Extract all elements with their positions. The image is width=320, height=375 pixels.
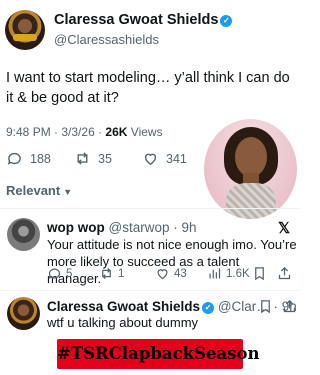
- sort-label: Relevant: [6, 183, 61, 198]
- reply-actions: 5 1 43 1.6K: [47, 266, 297, 284]
- author-avatar[interactable]: [5, 10, 45, 50]
- author-handle[interactable]: @Claressashields: [54, 32, 159, 47]
- author-name[interactable]: Claressa Gwoat Shields ✓: [54, 12, 233, 28]
- reply-icon: [7, 152, 21, 165]
- repost-icon: [102, 268, 111, 279]
- reply-repost-count: 1: [118, 267, 125, 280]
- reply-reply-count: 5: [66, 267, 73, 280]
- chevron-down-icon: ▼: [63, 187, 73, 197]
- inset-photo: [204, 119, 297, 219]
- hashtag-banner: #TSRClapbackSeason: [57, 339, 259, 369]
- reply-count: 188: [30, 151, 51, 166]
- reply-reply-button[interactable]: 5: [47, 266, 72, 281]
- tweet-stats: 188 35 341: [6, 150, 206, 170]
- photo-face: [235, 137, 267, 177]
- reply-handle-text[interactable]: @starwop: [109, 220, 170, 235]
- like-count: 341: [166, 151, 187, 166]
- divider: [0, 208, 300, 209]
- views-count: 26K: [105, 125, 128, 139]
- author-name-text[interactable]: Claressa Gwoat Shields: [54, 12, 218, 28]
- sort-dropdown[interactable]: Relevant ▼: [6, 183, 72, 198]
- reply-share-button[interactable]: [277, 266, 292, 281]
- like-button[interactable]: 341: [142, 150, 187, 167]
- reply-bookmark-button[interactable]: [252, 266, 267, 281]
- like-icon: [157, 269, 168, 280]
- repost-count: 35: [98, 151, 112, 166]
- tweet-header: Claressa Gwoat Shields ✓ @Claressashields: [0, 0, 300, 60]
- tweet-time[interactable]: 9:48 PM: [6, 125, 51, 139]
- verified-badge-icon: ✓: [220, 15, 233, 27]
- repost-button[interactable]: 35: [74, 150, 112, 167]
- like-icon: [144, 153, 157, 166]
- photo-dress: [226, 183, 276, 219]
- divider: [0, 290, 300, 291]
- bookmark-icon[interactable]: [258, 299, 273, 314]
- reply-views-button[interactable]: 1.6K: [207, 266, 250, 281]
- views-label: Views: [130, 125, 163, 139]
- reply-icon: [48, 268, 61, 280]
- reply-views-count: 1.6K: [226, 267, 250, 280]
- reply-avatar[interactable]: [7, 297, 40, 330]
- reply-header-actions: [258, 299, 298, 315]
- reply-button[interactable]: 188: [6, 150, 51, 167]
- reply-author[interactable]: wop wop @starwop · 9h: [47, 220, 197, 235]
- verified-badge-icon: ✓: [202, 302, 215, 314]
- reply-text: wtf u talking about dummy: [47, 315, 199, 330]
- tweet-text: I want to start modeling… y’all think I …: [6, 70, 290, 106]
- tweet-meta: 9:48 PM · 3/3/26 · 26K Views: [6, 125, 163, 139]
- reply-like-button[interactable]: 43: [155, 266, 187, 281]
- reply-author-handle[interactable]: @starwop · 9h: [109, 220, 197, 235]
- avatar-belt: [13, 34, 37, 41]
- share-icon: [278, 266, 291, 280]
- reply-time[interactable]: 9h: [182, 220, 197, 235]
- bookmark-icon: [255, 267, 264, 281]
- tweet-date[interactable]: 3/3/26: [61, 125, 94, 139]
- x-logo-icon: 𝕏: [278, 220, 291, 237]
- reply-author-name[interactable]: wop wop: [47, 220, 105, 235]
- reply-repost-button[interactable]: 1: [99, 266, 124, 281]
- reply-author-name[interactable]: Claressa Gwoat Shields: [47, 299, 200, 314]
- repost-icon: [77, 152, 88, 165]
- reply-avatar[interactable]: [7, 218, 40, 251]
- views-icon: [209, 268, 221, 279]
- hashtag-text: #TSRClapbackSeason: [57, 344, 260, 363]
- reply-like-count: 43: [174, 267, 187, 280]
- share-icon[interactable]: [282, 299, 297, 314]
